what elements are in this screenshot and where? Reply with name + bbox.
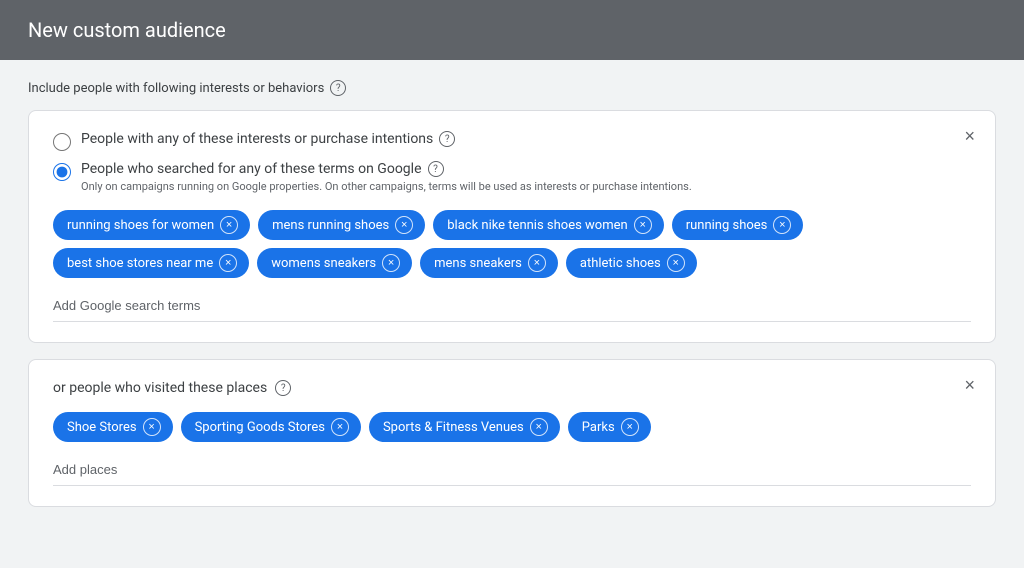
tag-label: Shoe Stores xyxy=(67,420,137,435)
radio1-help-icon[interactable]: ? xyxy=(439,131,455,147)
search-term-tag: athletic shoes × xyxy=(566,248,697,278)
add-search-terms-button[interactable]: Add Google search terms xyxy=(53,294,971,322)
card1-close-button[interactable]: × xyxy=(960,125,979,147)
radio2-label: People who searched for any of these ter… xyxy=(81,161,422,177)
tag-label: Parks xyxy=(582,420,615,435)
tag-remove-button[interactable]: × xyxy=(382,254,400,272)
section-help-icon[interactable]: ? xyxy=(330,80,346,96)
main-content: Include people with following interests … xyxy=(0,60,1024,543)
radio1-label: People with any of these interests or pu… xyxy=(81,131,433,147)
tag-remove-button[interactable]: × xyxy=(331,418,349,436)
tag-remove-button[interactable]: × xyxy=(528,254,546,272)
tag-remove-button[interactable]: × xyxy=(143,418,161,436)
radio2-help-icon[interactable]: ? xyxy=(428,161,444,177)
card2-close-button[interactable]: × xyxy=(960,374,979,396)
place-tag: Parks × xyxy=(568,412,651,442)
radio-group: People with any of these interests or pu… xyxy=(53,131,971,194)
places-subtitle: or people who visited these places ? xyxy=(53,380,971,396)
places-tags: Shoe Stores×Sporting Goods Stores×Sports… xyxy=(53,412,971,442)
search-terms-tags: running shoes for women×mens running sho… xyxy=(53,210,971,278)
tag-label: best shoe stores near me xyxy=(67,256,213,271)
radio-option-interests[interactable]: People with any of these interests or pu… xyxy=(53,131,971,151)
search-term-tag: running shoes for women × xyxy=(53,210,250,240)
section-label-text: Include people with following interests … xyxy=(28,81,324,96)
places-card: × or people who visited these places ? S… xyxy=(28,359,996,507)
tag-remove-button[interactable]: × xyxy=(219,254,237,272)
place-tag: Sporting Goods Stores × xyxy=(181,412,361,442)
tag-remove-button[interactable]: × xyxy=(220,216,238,234)
add-places-button[interactable]: Add places xyxy=(53,458,971,486)
search-term-tag: mens running shoes × xyxy=(258,210,425,240)
tag-label: running shoes xyxy=(686,218,768,233)
section-label: Include people with following interests … xyxy=(28,80,996,96)
tag-label: running shoes for women xyxy=(67,218,214,233)
radio-option-search[interactable]: People who searched for any of these ter… xyxy=(53,161,971,194)
radio-search[interactable] xyxy=(53,163,71,181)
tag-label: athletic shoes xyxy=(580,256,661,271)
tag-label: Sports & Fitness Venues xyxy=(383,420,524,435)
tag-remove-button[interactable]: × xyxy=(395,216,413,234)
search-term-tag: running shoes × xyxy=(672,210,804,240)
search-term-tag: best shoe stores near me × xyxy=(53,248,249,278)
tag-label: black nike tennis shoes women xyxy=(447,218,627,233)
place-tag: Shoe Stores × xyxy=(53,412,173,442)
places-help-icon[interactable]: ? xyxy=(275,380,291,396)
tag-label: mens sneakers xyxy=(434,256,522,271)
tag-remove-button[interactable]: × xyxy=(530,418,548,436)
tag-remove-button[interactable]: × xyxy=(667,254,685,272)
tag-label: womens sneakers xyxy=(271,256,376,271)
tag-label: mens running shoes xyxy=(272,218,389,233)
page-title: New custom audience xyxy=(28,18,996,42)
search-term-tag: black nike tennis shoes women × xyxy=(433,210,663,240)
tag-remove-button[interactable]: × xyxy=(773,216,791,234)
radio2-sublabel: Only on campaigns running on Google prop… xyxy=(81,179,692,194)
place-tag: Sports & Fitness Venues × xyxy=(369,412,560,442)
search-term-tag: mens sneakers × xyxy=(420,248,558,278)
tag-remove-button[interactable]: × xyxy=(634,216,652,234)
search-term-tag: womens sneakers × xyxy=(257,248,412,278)
radio-interests[interactable] xyxy=(53,133,71,151)
interests-card: × People with any of these interests or … xyxy=(28,110,996,343)
tag-label: Sporting Goods Stores xyxy=(195,420,325,435)
page-header: New custom audience xyxy=(0,0,1024,60)
places-subtitle-text: or people who visited these places xyxy=(53,380,267,396)
tag-remove-button[interactable]: × xyxy=(621,418,639,436)
